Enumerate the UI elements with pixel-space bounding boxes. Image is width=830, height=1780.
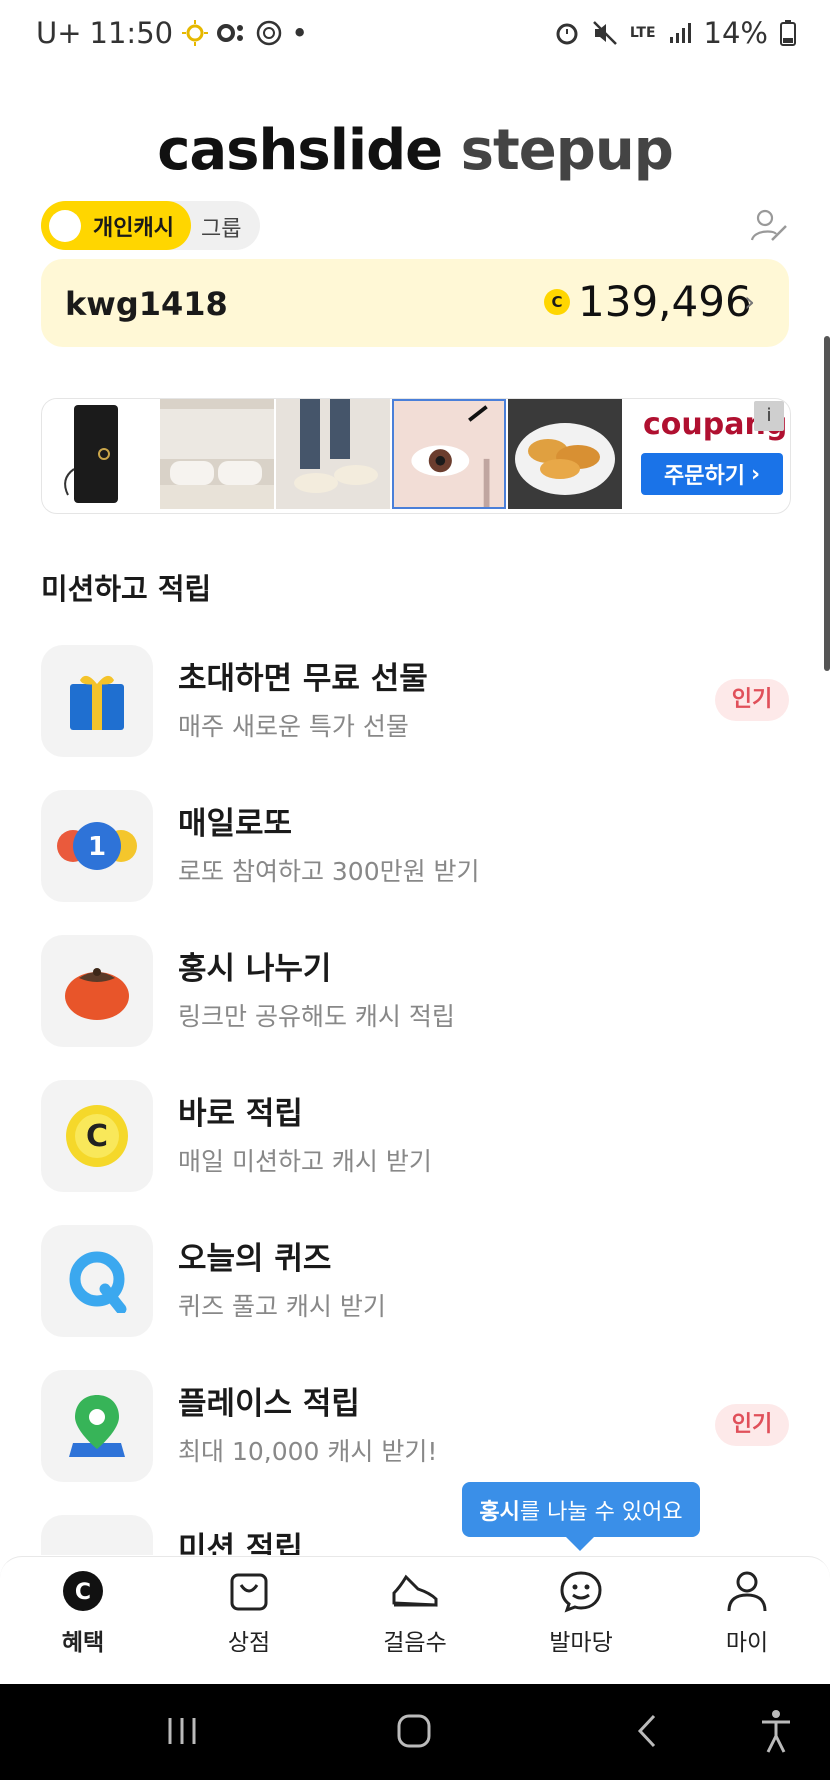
balance-card[interactable]: kwg1418 C 139,496 ›: [41, 259, 789, 347]
mission-icon: [41, 1515, 153, 1555]
status-bar: U+ 11:50 • LTE 14%: [0, 0, 830, 70]
shop-bag-icon: [230, 1573, 268, 1611]
cash-coin-icon: C: [41, 1080, 153, 1192]
ad-order-label: 주문하기: [663, 464, 745, 489]
alarm-icon: [556, 23, 578, 45]
app-notification-icon: [217, 24, 244, 42]
ad-info-icon[interactable]: i: [754, 401, 784, 431]
nav-label: 상점: [227, 1630, 271, 1656]
back-icon[interactable]: [632, 1706, 662, 1756]
signal-icon: [669, 23, 691, 43]
battery-percent: 14%: [703, 16, 768, 50]
mission-subtitle: 매주 새로운 특가 선물: [178, 712, 409, 741]
cash-type-toggle[interactable]: 개인캐시 그룹: [41, 201, 260, 250]
popular-badge: 인기: [715, 679, 789, 721]
ad-product-bedding[interactable]: [160, 399, 274, 509]
clock: 11:50: [89, 16, 174, 50]
settings-gear-icon: [256, 20, 282, 46]
nav-tab-benefits[interactable]: C 혜택: [33, 1569, 133, 1657]
ad-product-fried-food[interactable]: [508, 399, 622, 509]
mission-item-persimmon[interactable]: 홍시 나누기 링크만 공유해도 캐시 적립: [41, 935, 789, 1047]
nav-label: 걸음수: [383, 1630, 447, 1656]
mission-title: 오늘의 퀴즈: [178, 1241, 332, 1277]
mission-item-instant[interactable]: C 바로 적립 매일 미션하고 캐시 받기: [41, 1080, 789, 1192]
mission-item-invite[interactable]: 초대하면 무료 선물 매주 새로운 특가 선물 인기: [41, 645, 789, 757]
ad-order-button[interactable]: 주문하기 ›: [641, 453, 783, 495]
toggle-personal-cash[interactable]: 개인캐시: [41, 201, 191, 250]
mission-subtitle: 링크만 공유해도 캐시 적립: [178, 1002, 455, 1031]
home-icon[interactable]: [396, 1706, 432, 1756]
nav-label: 마이: [725, 1630, 769, 1656]
mission-item-lotto[interactable]: 1 매일로또 로또 참여하고 300만원 받기: [41, 790, 789, 902]
nav-tab-my[interactable]: 마이: [697, 1569, 797, 1657]
mission-item-place[interactable]: 플레이스 적립 최대 10,000 캐시 받기! 인기: [41, 1370, 789, 1482]
quiz-icon: [41, 1225, 153, 1337]
scroll-indicator[interactable]: [824, 336, 830, 671]
toggle-group-option[interactable]: 그룹: [201, 211, 241, 243]
brand-title: cashslide stepup: [0, 118, 830, 183]
ad-product-sneakers[interactable]: [276, 399, 390, 509]
benefit-coin-icon: C: [63, 1571, 103, 1611]
shoe-icon: [392, 1574, 438, 1607]
mission-title: 바로 적립: [178, 1096, 303, 1132]
ad-product-wallet[interactable]: [44, 399, 158, 509]
accessibility-icon[interactable]: [758, 1706, 794, 1756]
tooltip-text: 를 나눌 수 있어요: [519, 1499, 683, 1525]
mission-title: 플레이스 적립: [178, 1386, 360, 1422]
map-pin-icon: [41, 1370, 153, 1482]
gift-icon: [41, 645, 153, 757]
balance-chevron-icon: ›: [744, 285, 756, 318]
svg-text:C: C: [75, 1580, 91, 1605]
ad-order-chevron-icon: ›: [750, 461, 761, 487]
smile-chat-icon: [560, 1571, 602, 1613]
system-navigation-bar: [0, 1684, 830, 1780]
mission-subtitle: 퀴즈 풀고 캐시 받기: [178, 1292, 386, 1321]
nav-tab-steps[interactable]: 걸음수: [365, 1569, 465, 1657]
carrier-label: U+: [36, 16, 82, 50]
section-title: 미션하고 적립: [41, 572, 212, 606]
mission-title: 홍시 나누기: [178, 951, 332, 987]
coin-letter: C: [86, 1119, 108, 1154]
battery-charging-icon: [780, 20, 796, 46]
nav-tab-shop[interactable]: 상점: [199, 1569, 299, 1657]
lotto-ball-number: 1: [88, 832, 106, 862]
mission-item-quiz[interactable]: 오늘의 퀴즈 퀴즈 풀고 캐시 받기: [41, 1225, 789, 1337]
share-persimmon-tooltip[interactable]: 홍시 를 나눌 수 있어요: [462, 1482, 700, 1551]
balance-amount: 139,496: [578, 277, 752, 326]
toggle-personal-label: 개인캐시: [93, 215, 174, 241]
tooltip-bold-text: 홍시: [479, 1499, 520, 1525]
toggle-knob: [49, 209, 81, 242]
ad-banner[interactable]: coupang 주문하기 › i: [41, 398, 791, 514]
brand-part-stepup: stepup: [460, 118, 674, 183]
nav-label: 혜택: [61, 1630, 105, 1656]
popular-badge: 인기: [715, 1404, 789, 1446]
mission-subtitle: 로또 참여하고 300만원 받기: [178, 857, 480, 886]
bottom-navigation: C 혜택 상점 걸음수 발마당 마이: [0, 1556, 830, 1684]
persimmon-icon: [41, 935, 153, 1047]
mission-title: 초대하면 무료 선물: [178, 661, 428, 697]
lotto-ball-icon: 1: [41, 790, 153, 902]
mission-subtitle: 매일 미션하고 캐시 받기: [178, 1147, 432, 1176]
mission-title: 매일로또: [178, 806, 293, 842]
network-type: LTE: [629, 25, 656, 41]
nav-label: 발마당: [549, 1630, 613, 1656]
brand-part-cashslide: cashslide: [157, 118, 443, 183]
ad-product-mascara[interactable]: [392, 399, 506, 509]
person-icon: [727, 1571, 767, 1612]
edit-profile-icon[interactable]: [750, 208, 790, 244]
mute-icon: [592, 21, 617, 45]
mission-title: 미션 적립: [178, 1531, 303, 1555]
coin-icon: C: [544, 289, 570, 315]
recent-apps-icon[interactable]: [164, 1706, 200, 1756]
username: kwg1418: [65, 285, 228, 323]
nav-tab-community[interactable]: 발마당: [531, 1569, 631, 1657]
weather-sun-icon: [182, 20, 209, 46]
mission-subtitle: 최대 10,000 캐시 받기!: [178, 1437, 438, 1466]
notification-dot: •: [291, 16, 309, 50]
